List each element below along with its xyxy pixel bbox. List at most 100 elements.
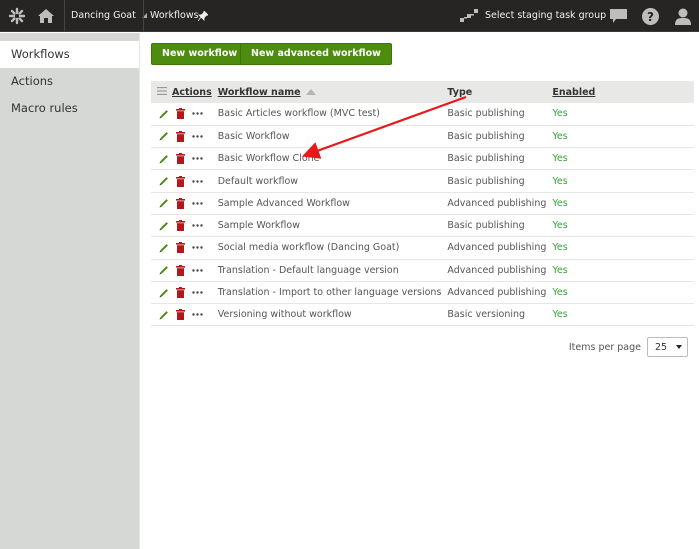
app-title: Workflows [150,10,199,21]
workflow-enabled-cell: Yes [546,281,694,305]
more-actions-icon[interactable] [192,202,203,205]
more-actions-icon[interactable] [192,246,203,250]
workflow-type-cell: Basic publishing [441,169,547,193]
workflow-type-cell: Advanced publishing [441,281,547,305]
workflow-type-cell: Basic versioning [441,303,547,327]
items-per-page-label: Items per page [568,341,641,353]
table-row: Sample Advanced Workflow Advanced publis… [151,192,694,215]
edit-icon[interactable] [159,221,169,231]
table-row: Basic Articles workflow (MVC test) Basic… [151,103,694,126]
more-actions-icon[interactable] [192,313,203,317]
delete-icon[interactable] [176,197,185,209]
workflow-type-cell: Basic publishing [441,214,547,238]
workflow-name-cell: Social media workflow (Dancing Goat) [211,236,442,260]
edit-icon[interactable] [159,154,169,164]
staging-task-group-selector[interactable]: Select staging task group [485,0,606,32]
edit-icon[interactable] [159,310,169,320]
table-row: Sample Workflow Basic publishing Yes [151,214,694,238]
pin-icon[interactable] [196,0,210,32]
column-header-workflow-name[interactable]: Workflow name [218,87,301,98]
edit-icon[interactable] [159,176,169,186]
workflow-type-cell: Advanced publishing [441,236,547,260]
delete-icon[interactable] [176,108,185,120]
svg-text:?: ? [647,9,654,23]
sort-ascending-icon [305,89,316,95]
edit-icon[interactable] [159,243,169,253]
items-per-page-value: 25 [655,341,668,353]
sidebar-item-macro-rules[interactable]: Macro rules [0,95,139,122]
workflow-enabled-cell: Yes [546,192,694,215]
column-header-enabled[interactable]: Enabled [552,87,595,98]
kentico-logo-icon[interactable] [4,0,30,32]
divider [64,0,65,32]
workflow-type-cell: Basic publishing [441,147,547,171]
more-actions-icon[interactable] [192,157,203,160]
home-icon[interactable] [34,0,58,32]
edit-icon[interactable] [159,109,169,119]
edit-icon[interactable] [159,131,169,141]
staging-icon[interactable] [458,0,480,32]
workflow-type-cell: Advanced publishing [441,259,547,282]
workflow-enabled-cell: Yes [546,303,694,327]
edit-icon[interactable] [159,198,169,208]
workflow-name-cell: Sample Workflow [211,214,442,238]
sidebar: Workflows Actions Macro rules [0,33,140,549]
delete-icon[interactable] [176,153,185,165]
workflow-type-cell: Basic publishing [441,125,547,149]
divider [143,0,144,32]
more-actions-icon[interactable] [192,269,203,272]
sidebar-item-workflows[interactable]: Workflows [0,41,139,68]
workflow-enabled-cell: Yes [546,147,694,171]
items-per-page-select[interactable]: 25 [647,337,688,357]
workflow-name-cell: Default workflow [211,169,442,193]
column-header-actions[interactable]: Actions [172,87,212,98]
more-actions-icon[interactable] [192,224,203,227]
site-selector[interactable]: Dancing Goat [71,0,147,32]
pager: Items per page 25 [569,337,688,357]
more-actions-icon[interactable] [192,112,203,116]
workflow-enabled-cell: Yes [546,103,694,126]
top-bar: Dancing Goat Workflows Select staging ta… [0,0,699,32]
workflow-name-cell: Translation - Default language version [211,259,442,282]
new-advanced-workflow-button[interactable]: New advanced workflow [240,43,392,65]
table-row: Versioning without workflow Basic versio… [151,303,694,327]
column-header-type: Type [447,86,473,98]
user-icon[interactable] [672,0,694,32]
workflow-enabled-cell: Yes [546,125,694,149]
edit-icon[interactable] [159,265,169,275]
workflow-name-cell: Basic Workflow [211,125,442,149]
delete-icon[interactable] [176,220,185,232]
workflow-type-cell: Basic publishing [441,103,547,126]
delete-icon[interactable] [176,264,185,276]
workflow-name-cell: Basic Articles workflow (MVC test) [211,103,442,126]
table-row: Basic Workflow Basic publishing Yes [151,125,694,149]
delete-icon[interactable] [176,242,185,254]
workflow-enabled-cell: Yes [546,214,694,238]
workflows-table: Actions Workflow name Type Enabled Basic… [151,81,694,327]
table-row: Translation - Import to other language v… [151,281,694,305]
more-actions-icon[interactable] [192,135,203,138]
new-workflow-button[interactable]: New workflow [151,43,249,65]
workflow-name-cell: Basic Workflow Clone [211,147,442,171]
table-row: Basic Workflow Clone Basic publishing Ye… [151,147,694,171]
delete-icon[interactable] [176,130,185,142]
site-name: Dancing Goat [71,10,136,21]
delete-icon[interactable] [176,309,185,321]
edit-icon[interactable] [159,288,169,298]
column-menu-icon[interactable] [157,86,167,98]
workflow-enabled-cell: Yes [546,169,694,193]
workflow-type-cell: Advanced publishing [441,192,547,215]
chat-icon[interactable] [607,0,629,32]
workflow-name-cell: Versioning without workflow [211,303,442,327]
table-row: Social media workflow (Dancing Goat) Adv… [151,236,694,260]
table-row: Translation - Default language version A… [151,259,694,282]
delete-icon[interactable] [176,287,185,299]
workflow-name-cell: Translation - Import to other language v… [211,281,442,305]
more-actions-icon[interactable] [192,291,203,294]
more-actions-icon[interactable] [192,179,203,183]
dropdown-arrow-icon [676,345,682,349]
delete-icon[interactable] [176,175,185,187]
sidebar-item-actions[interactable]: Actions [0,68,139,95]
help-icon[interactable]: ? [639,0,661,32]
table-header-row: Actions Workflow name Type Enabled [151,81,694,103]
